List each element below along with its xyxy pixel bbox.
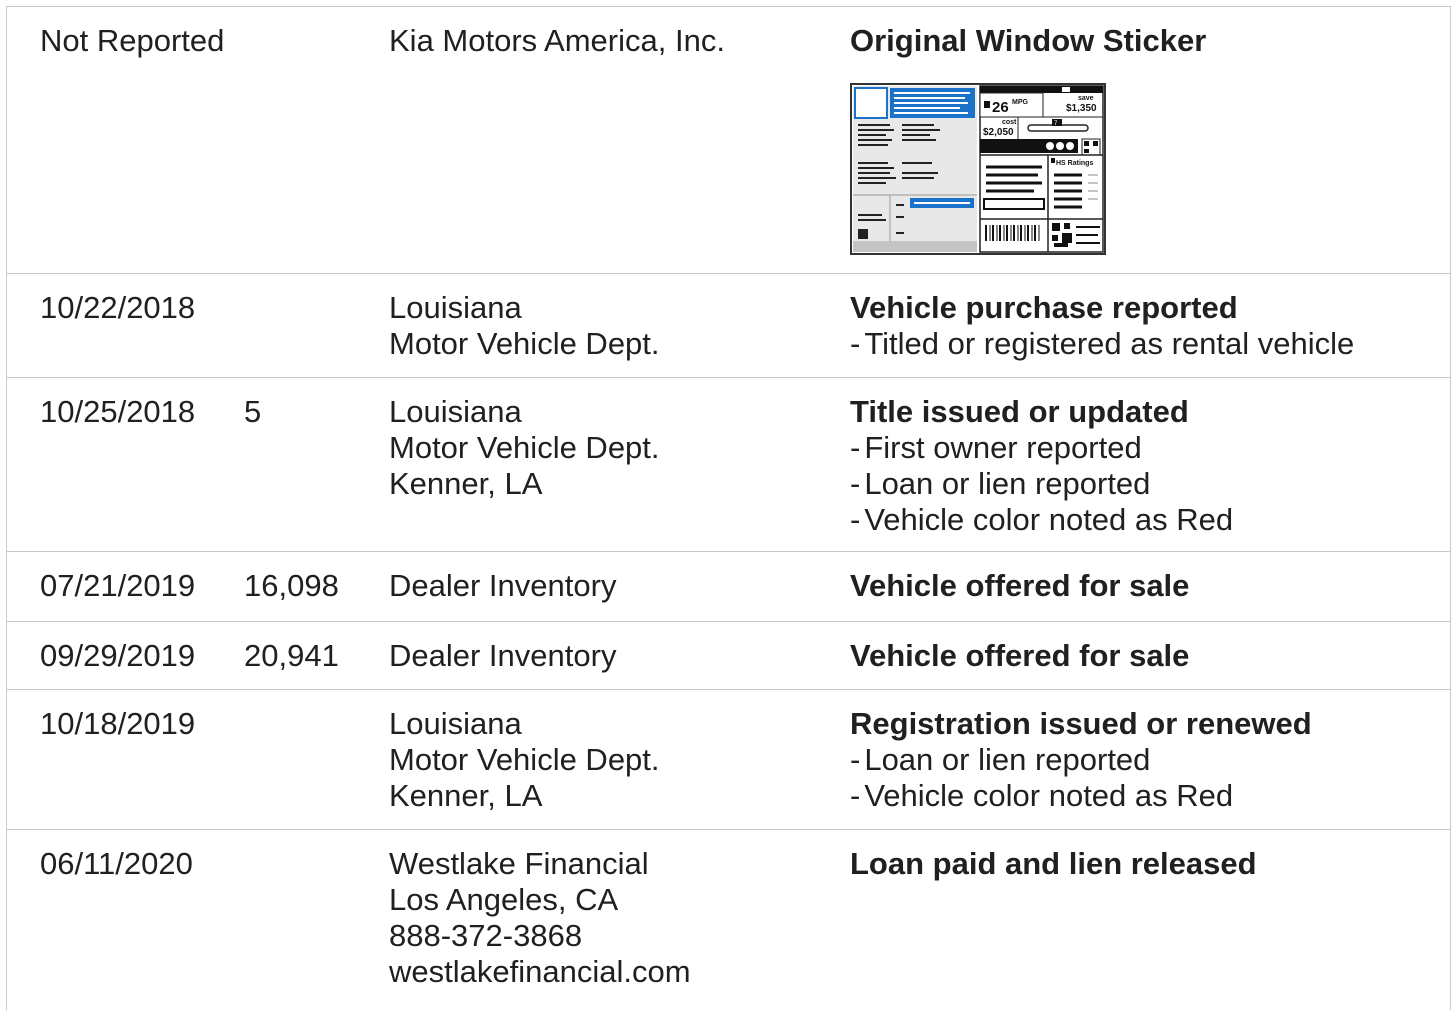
sticker-mpg-value: 26 xyxy=(992,99,1009,116)
detail-bullet: - xyxy=(850,502,861,537)
row-source: Dealer Inventory xyxy=(389,638,616,674)
row-source: Louisiana Motor Vehicle Dept. Kenner, LA xyxy=(389,394,660,502)
row-source: Louisiana Motor Vehicle Dept. xyxy=(389,290,660,362)
comment-detail-text: Loan or lien reported xyxy=(864,742,1151,777)
source-line: Westlake Financial xyxy=(389,846,649,881)
comment-detail: - First owner reported xyxy=(850,430,1440,466)
row-date: 10/25/2018 xyxy=(40,394,196,429)
source-line: Louisiana xyxy=(389,394,522,429)
row-comments: Vehicle purchase reported - Titled or reg… xyxy=(850,290,1440,362)
row-source: Louisiana Motor Vehicle Dept. Kenner, LA xyxy=(389,706,660,814)
row-date: 10/22/2018 xyxy=(40,290,196,325)
comment-detail: - Loan or lien reported xyxy=(850,742,1440,778)
detail-bullet: - xyxy=(850,742,861,777)
source-line: Dealer Inventory xyxy=(389,638,617,673)
comment-detail: - Loan or lien reported xyxy=(850,466,1440,502)
comment-title: Vehicle offered for sale xyxy=(850,568,1190,603)
source-line: Los Angeles, CA xyxy=(389,882,619,917)
row-odometer: 16,098 xyxy=(244,568,339,603)
source-line: 888-372-3868 xyxy=(389,918,583,953)
source-line: Kenner, LA xyxy=(389,778,543,813)
row-comments: Original Window Sticker 26 MPG save $1,3… xyxy=(850,23,1440,255)
history-row: 10/18/2019 Louisiana Motor Vehicle Dept.… xyxy=(7,690,1450,830)
row-source: Dealer Inventory xyxy=(389,568,616,604)
sticker-ratings-label: HS Ratings xyxy=(1056,160,1093,167)
comment-title: Loan paid and lien released xyxy=(850,846,1257,881)
history-row: 10/25/2018 5 Louisiana Motor Vehicle Dep… xyxy=(7,378,1450,552)
sticker-mpg-unit: MPG xyxy=(1012,99,1029,106)
source-line: Louisiana xyxy=(389,290,522,325)
row-comments: Vehicle offered for sale xyxy=(850,568,1440,604)
row-source: Kia Motors America, Inc. xyxy=(389,23,725,59)
history-row: 09/29/2019 20,941 Dealer Inventory Vehic… xyxy=(7,622,1450,690)
window-sticker-thumbnail[interactable]: 26 MPG save $1,350 cost $2,050 7 HS Rati… xyxy=(850,83,1106,255)
row-comments: Title issued or updated - First owner rep… xyxy=(850,394,1440,538)
source-line: Dealer Inventory xyxy=(389,568,617,603)
comment-detail-text: Loan or lien reported xyxy=(864,466,1151,501)
row-comments: Vehicle offered for sale xyxy=(850,638,1440,674)
row-date: 07/21/2019 xyxy=(40,568,196,603)
comment-detail: - Vehicle color noted as Red xyxy=(850,778,1440,814)
comment-detail-text: Vehicle color noted as Red xyxy=(864,778,1234,813)
comment-detail-text: First owner reported xyxy=(864,430,1142,465)
comment-title: Title issued or updated xyxy=(850,394,1189,429)
detail-bullet: - xyxy=(850,466,861,501)
comment-detail-text: Titled or registered as rental vehicle xyxy=(864,326,1355,361)
comment-title: Vehicle purchase reported xyxy=(850,290,1238,325)
row-date: Not Reported xyxy=(40,23,225,58)
detail-bullet: - xyxy=(850,778,861,813)
source-line: Louisiana xyxy=(389,706,522,741)
source-line: Motor Vehicle Dept. xyxy=(389,326,660,361)
row-comments: Registration issued or renewed - Loan or … xyxy=(850,706,1440,814)
source-line[interactable]: westlakefinancial.com xyxy=(389,954,691,990)
history-row: Not Reported Kia Motors America, Inc. Or… xyxy=(7,7,1450,274)
history-row: 06/11/2020 Westlake Financial Los Angele… xyxy=(7,830,1450,1010)
source-line: Kenner, LA xyxy=(389,466,543,501)
source-line: Motor Vehicle Dept. xyxy=(389,430,660,465)
history-row: 07/21/2019 16,098 Dealer Inventory Vehic… xyxy=(7,552,1450,622)
comment-title: Vehicle offered for sale xyxy=(850,638,1190,673)
row-date: 10/18/2019 xyxy=(40,706,196,741)
comment-title: Original Window Sticker xyxy=(850,23,1207,58)
sticker-cost-amount: $2,050 xyxy=(983,127,1014,138)
row-odometer: 5 xyxy=(244,394,262,429)
row-comments: Loan paid and lien released xyxy=(850,846,1440,882)
row-date: 09/29/2019 xyxy=(40,638,196,673)
source-line: Kia Motors America, Inc. xyxy=(389,23,725,58)
comment-detail: - Titled or registered as rental vehicle xyxy=(850,326,1440,362)
history-row: 10/22/2018 Louisiana Motor Vehicle Dept.… xyxy=(7,274,1450,378)
sticker-save-label: save xyxy=(1078,95,1094,102)
sticker-save-amount: $1,350 xyxy=(1066,103,1097,114)
comment-title: Registration issued or renewed xyxy=(850,706,1312,741)
row-date: 06/11/2020 xyxy=(40,846,193,881)
row-odometer: 20,941 xyxy=(244,638,339,673)
detail-bullet: - xyxy=(850,430,861,465)
vehicle-history-table: Not Reported Kia Motors America, Inc. Or… xyxy=(6,6,1451,1010)
row-source: Westlake Financial Los Angeles, CA 888-3… xyxy=(389,846,691,990)
comment-detail-text: Vehicle color noted as Red xyxy=(864,502,1234,537)
source-line: Motor Vehicle Dept. xyxy=(389,742,660,777)
comment-detail: - Vehicle color noted as Red xyxy=(850,502,1440,538)
detail-bullet: - xyxy=(850,326,861,361)
sticker-cost-label: cost xyxy=(1002,119,1017,126)
